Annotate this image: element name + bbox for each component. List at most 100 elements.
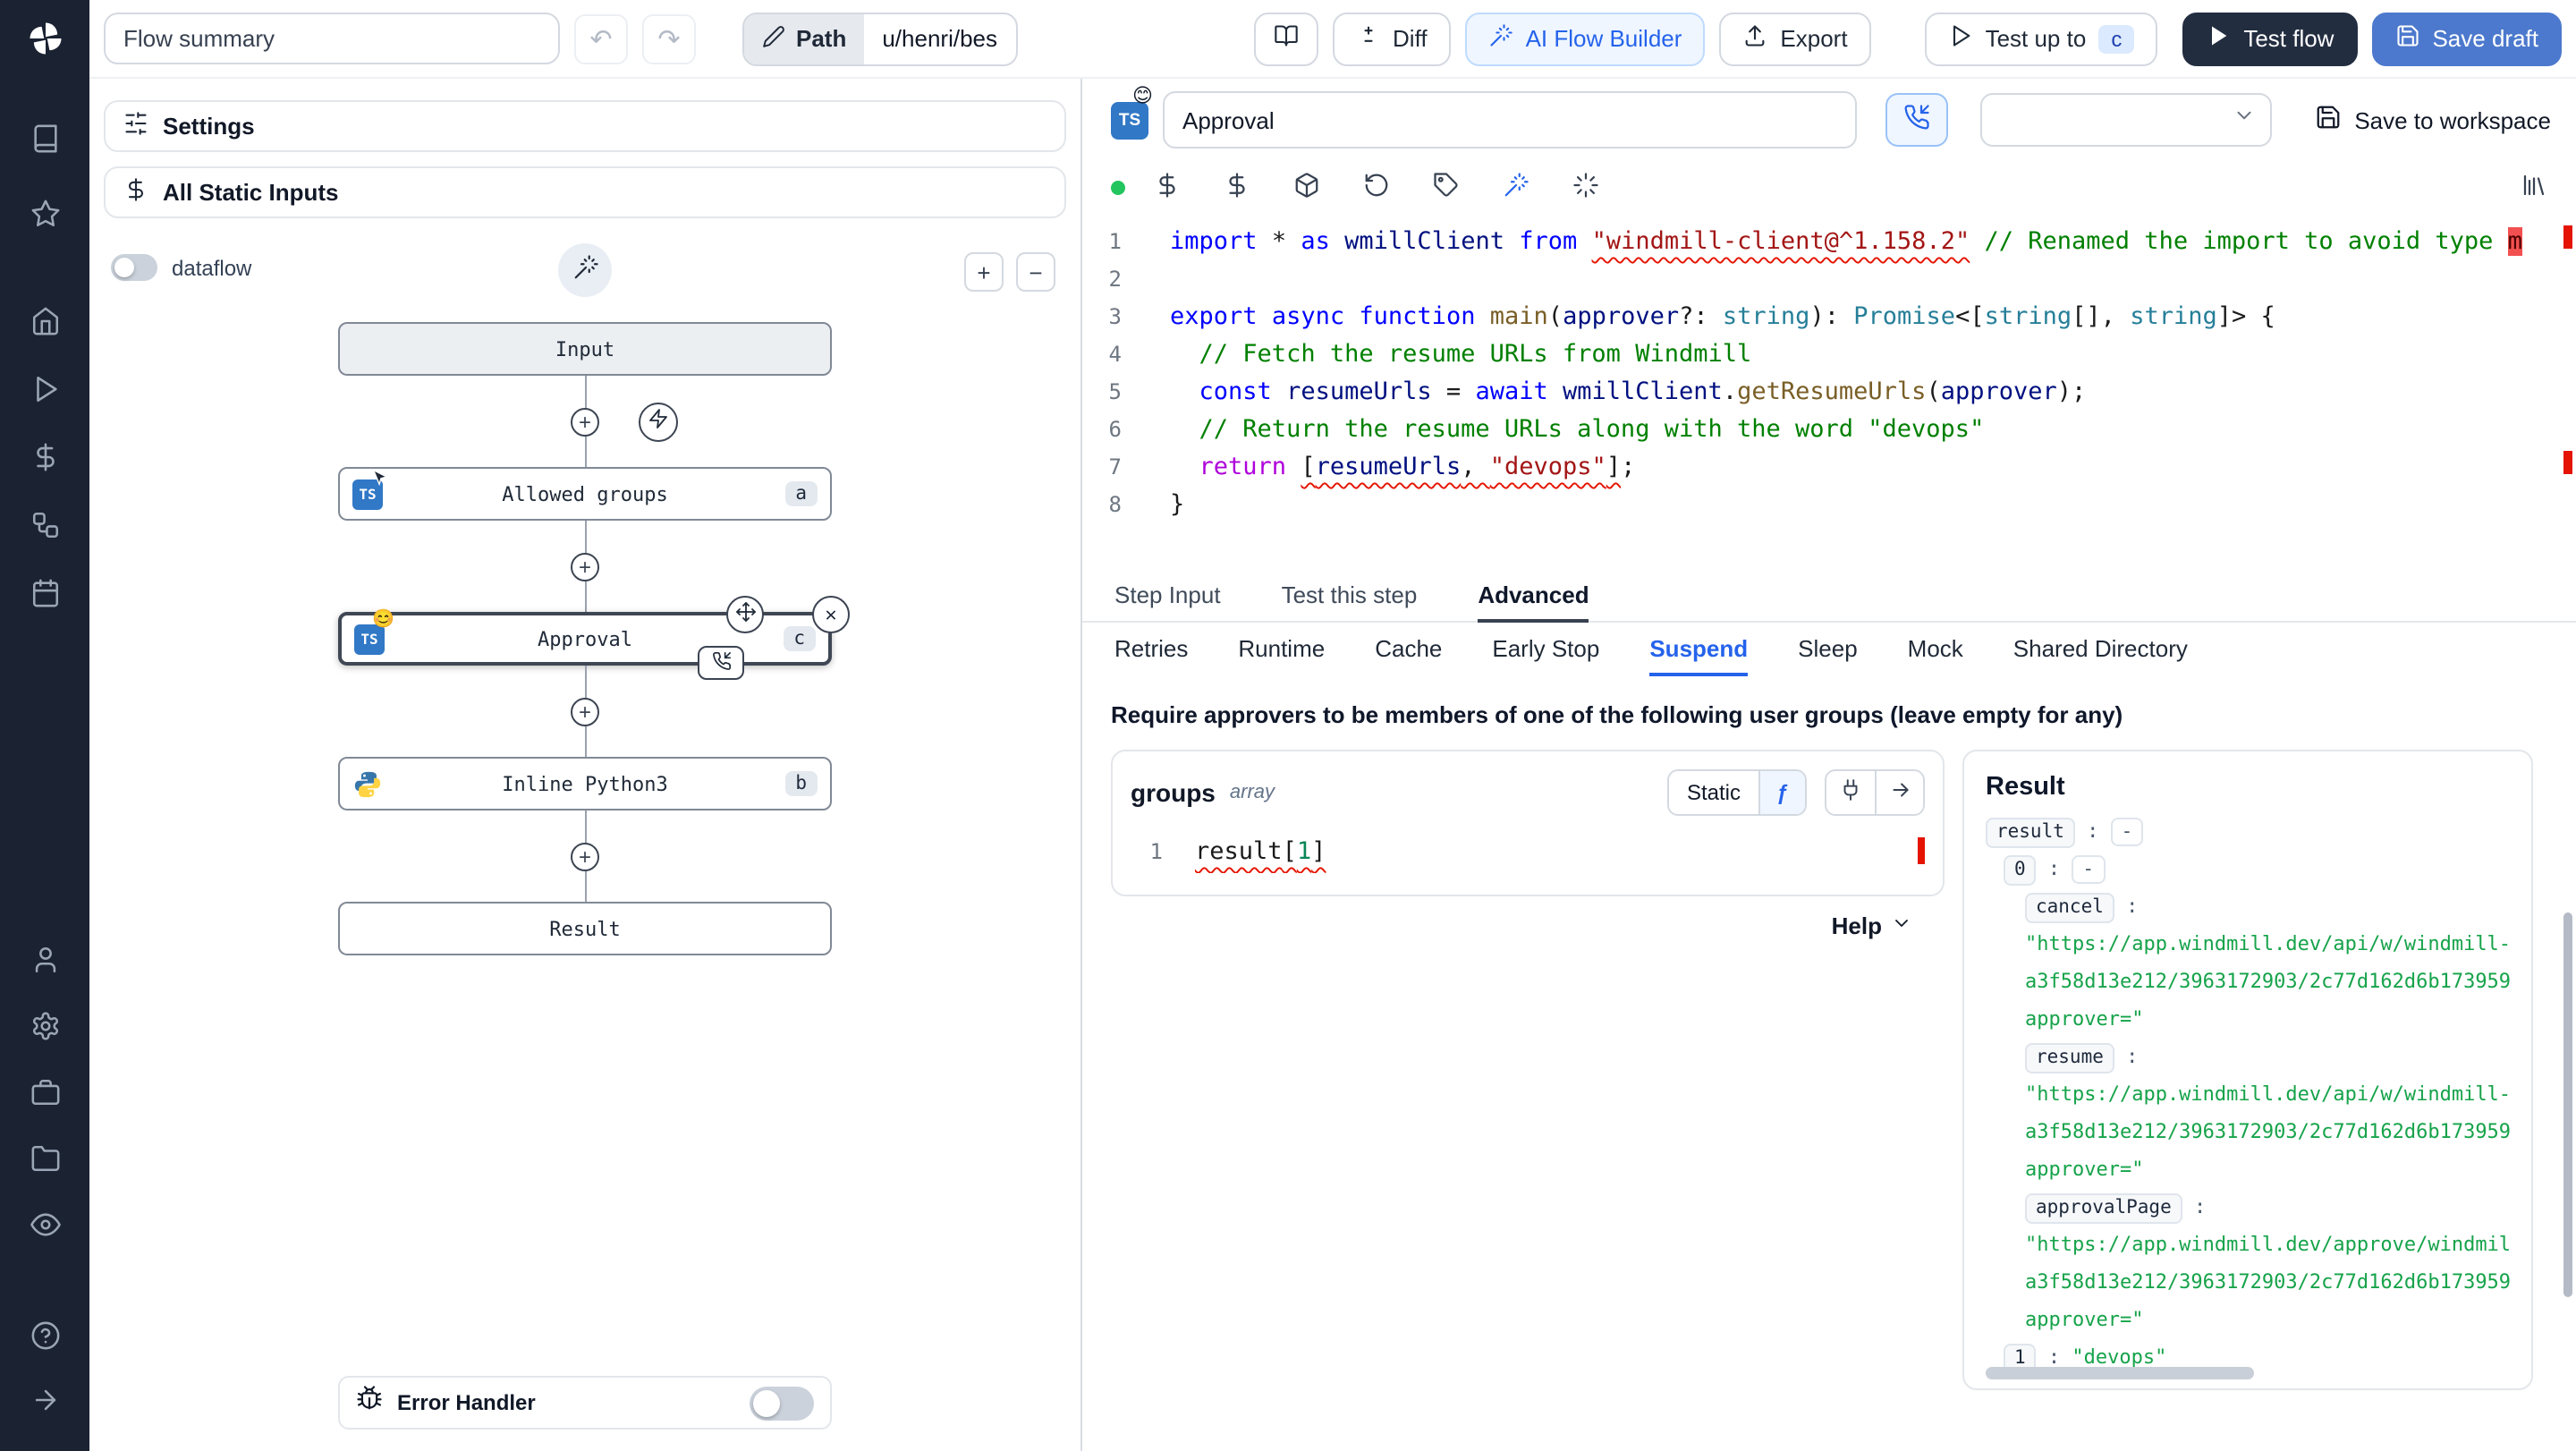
- reset-button[interactable]: [1363, 172, 1390, 204]
- save-to-workspace-button[interactable]: Save to workspace: [2315, 104, 2551, 136]
- test-up-to-button[interactable]: Test up to c: [1924, 12, 2158, 65]
- add-step-button[interactable]: +: [571, 552, 599, 581]
- sidebar-item-settings[interactable]: [14, 1006, 75, 1052]
- node-result[interactable]: Result: [338, 902, 832, 955]
- sidebar-item-logo[interactable]: [14, 18, 75, 64]
- user-icon: [30, 945, 60, 980]
- sidebar-item-flows[interactable]: [14, 505, 75, 551]
- result-horizontal-scrollbar[interactable]: [1986, 1367, 2254, 1379]
- subtab-suspend[interactable]: Suspend: [1649, 623, 1749, 676]
- test-flow-button[interactable]: Test flow: [2182, 12, 2358, 65]
- path-control[interactable]: Path u/henri/bes: [742, 12, 1017, 65]
- error-marker: [1918, 837, 1925, 864]
- sidebar-collapse-button[interactable]: [14, 1379, 75, 1426]
- error-handler-row[interactable]: Error Handler: [338, 1376, 832, 1430]
- add-step-button[interactable]: +: [571, 407, 599, 436]
- subtab-runtime[interactable]: Runtime: [1238, 623, 1325, 676]
- sidebar-item-docs[interactable]: [14, 118, 75, 165]
- sidebar-item-help[interactable]: [14, 1315, 75, 1362]
- gear-icon: [30, 1011, 60, 1047]
- help-icon: [30, 1320, 60, 1356]
- node-allowed-groups[interactable]: TS Allowed groups a: [338, 467, 832, 521]
- subtab-shared-directory[interactable]: Shared Directory: [2013, 623, 2188, 676]
- code-editor[interactable]: 1 import * as wmillClient from "windmill-…: [1082, 215, 2576, 571]
- subtab-retries[interactable]: Retries: [1114, 623, 1188, 676]
- undo-icon: ↶: [589, 24, 613, 55]
- flow-summary-input[interactable]: [104, 13, 560, 64]
- trigger-button[interactable]: [639, 402, 678, 441]
- suspend-toggle-button[interactable]: [1885, 93, 1949, 147]
- node-approval[interactable]: TS 😊 Approval c ✕: [338, 596, 850, 680]
- export-icon: [1742, 23, 1767, 54]
- panel-vertical-scrollbar[interactable]: [2563, 912, 2572, 1297]
- subtab-cache[interactable]: Cache: [1375, 623, 1442, 676]
- sidebar-item-user[interactable]: [14, 939, 75, 986]
- zoom-in-button[interactable]: +: [964, 252, 1004, 292]
- add-step-button[interactable]: +: [571, 842, 599, 870]
- error-handler-toggle[interactable]: [750, 1386, 814, 1420]
- sidebar-item-schedules[interactable]: [14, 573, 75, 619]
- save-draft-button[interactable]: Save draft: [2371, 12, 2562, 65]
- static-inputs-row[interactable]: All Static Inputs: [104, 166, 1066, 218]
- assistant-status-dot: [1111, 181, 1125, 195]
- app-window: ↶ ↷ Path u/henri/bes Diff AI Flow Builde…: [0, 0, 2576, 1451]
- tab-step-input[interactable]: Step Input: [1114, 571, 1221, 623]
- sidebar-item-folders[interactable]: [14, 1138, 75, 1184]
- plug-button[interactable]: [1826, 771, 1875, 814]
- docs-button[interactable]: [1253, 12, 1318, 65]
- library-button[interactable]: [2521, 172, 2547, 204]
- wand-icon: [572, 254, 598, 286]
- tab-test-this-step[interactable]: Test this step: [1282, 571, 1418, 623]
- step-name-input[interactable]: [1163, 91, 1858, 148]
- add-resource-button[interactable]: [1224, 172, 1250, 204]
- sidebar-item-home[interactable]: [14, 301, 75, 347]
- sidebar-item-variables[interactable]: [14, 437, 75, 483]
- ai-flow-builder-button[interactable]: AI Flow Builder: [1464, 12, 1706, 65]
- subtab-sleep[interactable]: Sleep: [1798, 623, 1858, 676]
- static-toggle[interactable]: Static ƒ: [1666, 769, 1807, 816]
- groups-expression-editor[interactable]: 1 result[1]: [1131, 834, 1925, 873]
- package-icon: [1293, 172, 1320, 204]
- dollar-icon: [1154, 172, 1181, 204]
- add-step-button[interactable]: +: [571, 697, 599, 726]
- apply-button[interactable]: [1875, 771, 1923, 814]
- static-segment[interactable]: Static: [1668, 771, 1758, 814]
- library-icon: [2521, 172, 2547, 204]
- fx-segment[interactable]: ƒ: [1758, 771, 1805, 814]
- zoom-out-button[interactable]: −: [1016, 252, 1055, 292]
- settings-row[interactable]: Settings: [104, 100, 1066, 152]
- sidebar-item-favorites[interactable]: [14, 193, 75, 240]
- ai-builder-button[interactable]: [558, 243, 612, 297]
- script-kind-select[interactable]: [1980, 93, 2273, 147]
- help-dropdown[interactable]: Help: [1111, 912, 1945, 939]
- test-flow-label: Test flow: [2243, 25, 2334, 52]
- step-header: TS😊 Save to workspace: [1082, 79, 2576, 161]
- diff-button[interactable]: Diff: [1332, 12, 1451, 65]
- dependencies-button[interactable]: [1293, 172, 1320, 204]
- undo-button[interactable]: ↶: [574, 13, 628, 64]
- sidebar-item-audit-logs[interactable]: [14, 1204, 75, 1251]
- add-variable-button[interactable]: [1154, 172, 1181, 204]
- tab-advanced[interactable]: Advanced: [1478, 571, 1589, 623]
- subtab-mock[interactable]: Mock: [1908, 623, 1963, 676]
- app-sidebar: [0, 0, 89, 1451]
- node-inline-python[interactable]: Inline Python3 b: [338, 757, 832, 810]
- chevron-down-icon: [2233, 104, 2256, 136]
- eye-icon: [30, 1209, 60, 1245]
- sidebar-item-workers[interactable]: [14, 1072, 75, 1118]
- sidebar-item-runs[interactable]: [14, 369, 75, 415]
- export-button[interactable]: Export: [1719, 12, 1871, 65]
- chevron-down-icon: [1891, 912, 1912, 939]
- move-step-button[interactable]: [726, 596, 764, 633]
- ai-gen-button[interactable]: [1503, 172, 1530, 204]
- subtab-early-stop[interactable]: Early Stop: [1492, 623, 1599, 676]
- node-input[interactable]: Input: [338, 322, 832, 376]
- path-button[interactable]: Path: [744, 13, 865, 64]
- redo-button[interactable]: ↷: [642, 13, 696, 64]
- dataflow-toggle[interactable]: [111, 254, 157, 281]
- ai-regenerate-button[interactable]: [1572, 172, 1599, 204]
- delete-step-button[interactable]: ✕: [812, 596, 850, 633]
- arrow-right-icon: [1888, 778, 1911, 807]
- edge-connector: +: [571, 666, 599, 757]
- tag-button[interactable]: [1433, 172, 1460, 204]
